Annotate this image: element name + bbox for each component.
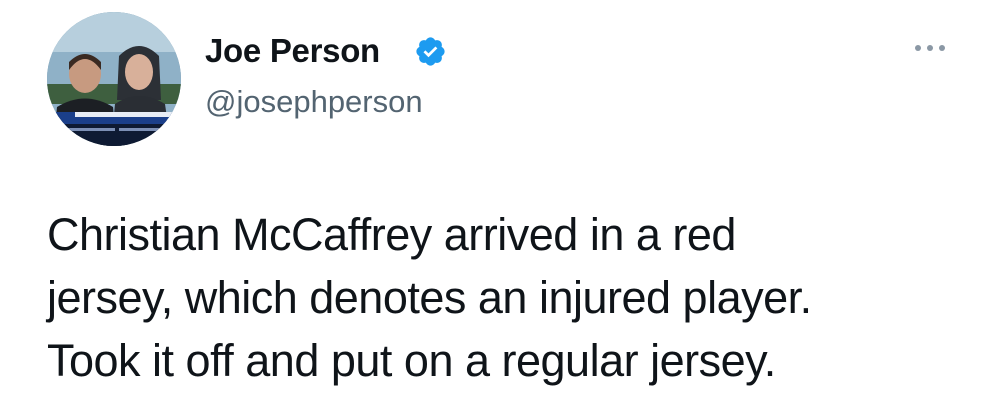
tweet-text-line: jersey, which denotes an injured player.: [47, 272, 812, 323]
verified-badge-icon: [416, 37, 445, 66]
tweet-text: Christian McCaffrey arrived in a red jer…: [47, 203, 987, 392]
tweet-text-line: Took it off and put on a regular jersey.: [47, 335, 776, 386]
author-avatar[interactable]: [47, 12, 181, 146]
tweet-text-line: Christian McCaffrey arrived in a red: [47, 209, 736, 260]
more-dots-icon[interactable]: [912, 38, 948, 58]
avatar-photo: [47, 12, 181, 146]
tweet-card: Joe Person @josephperson Christian McCaf…: [0, 0, 1000, 420]
author-handle[interactable]: @josephperson: [205, 84, 423, 120]
author-name[interactable]: Joe Person: [205, 32, 380, 70]
